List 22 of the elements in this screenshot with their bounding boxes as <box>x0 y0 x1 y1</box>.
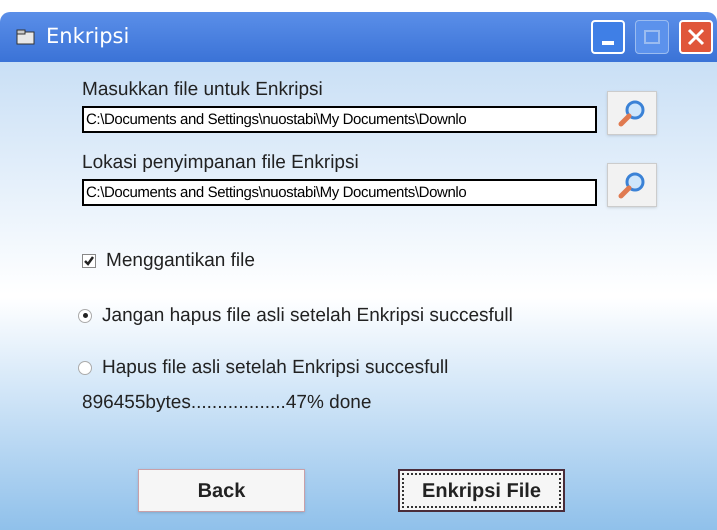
file-path-field[interactable]: C:\Documents and Settings\nuostabi\My Documents\Downlo <box>82 106 597 133</box>
search-icon <box>617 170 647 200</box>
radio-button[interactable] <box>78 308 92 323</box>
browse-button[interactable] <box>607 163 657 207</box>
close-icon <box>686 27 706 47</box>
radio-label: Jangan hapus file asli setelah Enkripsi succesfull <box>102 304 513 328</box>
radio-label: Hapus file asli setelah Enkripsi succesfull <box>102 356 448 380</box>
file-path-field[interactable]: C:\Documents and Settings\nuostabi\My Documents\Downlo <box>82 178 597 206</box>
minimize-button[interactable] <box>591 20 625 54</box>
checkbox-label: Menggantikan file <box>106 249 255 273</box>
radio-button[interactable] <box>78 361 92 376</box>
progress-text: 896455bytes..................47% done <box>82 390 372 414</box>
browse-button[interactable] <box>607 90 657 134</box>
window-icon <box>16 29 36 45</box>
field-label: Lokasi penyimpanan file Enkripsi <box>82 150 360 174</box>
checkbox[interactable] <box>82 254 96 268</box>
window-title: Enkripsi <box>46 23 130 50</box>
encrypt-file-button[interactable]: Enkripsi File <box>398 469 565 512</box>
close-button[interactable] <box>679 20 713 54</box>
back-button[interactable]: Back <box>138 469 305 512</box>
search-icon <box>617 98 647 128</box>
field-label: Masukkan file untuk Enkripsi <box>82 78 324 102</box>
